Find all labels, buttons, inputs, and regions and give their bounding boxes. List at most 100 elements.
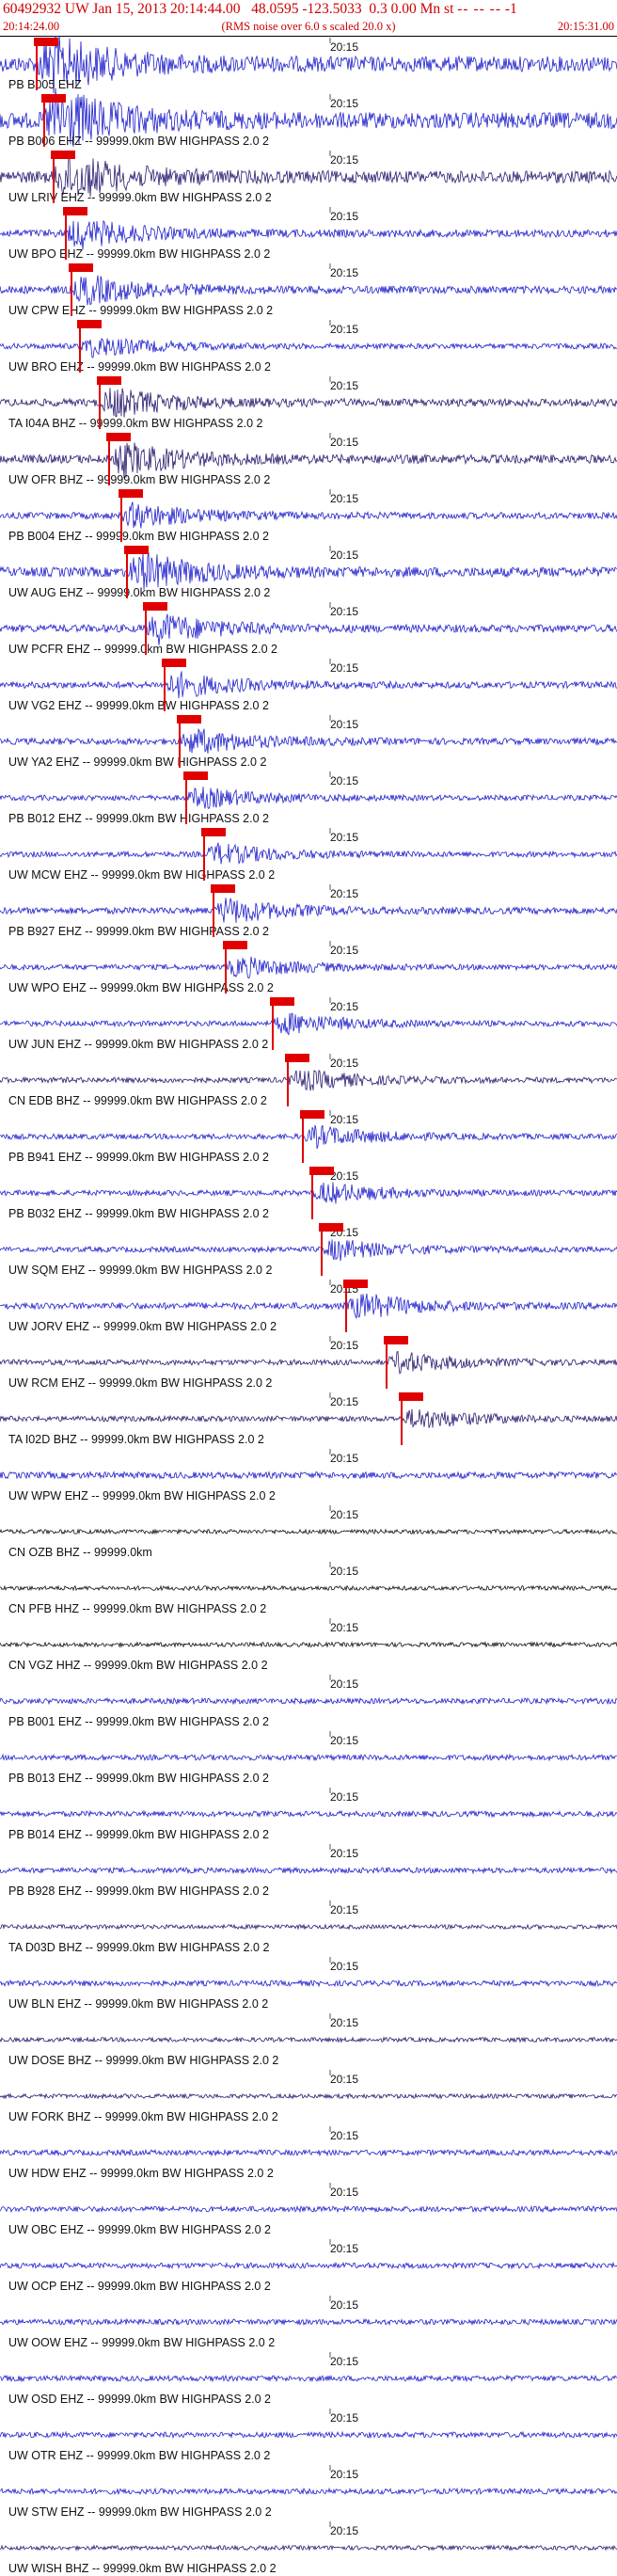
station-label: TA D03D BHZ -- 99999.0km BW HIGHPASS 2.0… xyxy=(8,1941,270,1954)
time-tick-label: 20:15 xyxy=(330,1847,359,1860)
station-label: PB B006 EHZ -- 99999.0km BW HIGHPASS 2.0… xyxy=(8,135,269,148)
station-label: PB B941 EHZ -- 99999.0km BW HIGHPASS 2.0… xyxy=(8,1151,269,1164)
station-label: UW BRO EHZ -- 99999.0km BW HIGHPASS 2.0 … xyxy=(8,360,272,374)
station-label: UW LRIV EHZ -- 99999.0km BW HIGHPASS 2.0… xyxy=(8,191,272,204)
station-label: UW DOSE BHZ -- 99999.0km BW HIGHPASS 2.0… xyxy=(8,2054,279,2067)
station-label: PB B927 EHZ -- 99999.0km BW HIGHPASS 2.0… xyxy=(8,925,269,938)
station-label: UW STW EHZ -- 99999.0km BW HIGHPASS 2.0 … xyxy=(8,2505,272,2519)
station-label: UW AUG EHZ -- 99999.0km BW HIGHPASS 2.0 … xyxy=(8,586,271,599)
phase-pick-line xyxy=(287,1054,290,1106)
station-label: UW BPO EHZ -- 99999.0km BW HIGHPASS 2.0 … xyxy=(8,247,271,261)
station-label: CN PFB HHZ -- 99999.0km BW HIGHPASS 2.0 … xyxy=(8,1602,267,1615)
phase-pick-line xyxy=(225,941,228,994)
time-tick-label: 20:15 xyxy=(330,2468,359,2481)
time-tick-label: 20:15 xyxy=(330,40,359,54)
time-tick-label: 20:15 xyxy=(330,2016,359,2029)
phase-pick-line xyxy=(179,715,182,768)
station-label: PB B928 EHZ -- 99999.0km BW HIGHPASS 2.0… xyxy=(8,1884,269,1898)
station-label: PB B013 EHZ -- 99999.0km BW HIGHPASS 2.0… xyxy=(8,1772,269,1785)
time-tick-label: 20:15 xyxy=(330,323,359,336)
station-label: UW CPW EHZ -- 99999.0km BW HIGHPASS 2.0 … xyxy=(8,304,274,317)
station-label: UW PCFR EHZ -- 99999.0km BW HIGHPASS 2.0… xyxy=(8,643,277,656)
phase-pick-line xyxy=(52,151,55,203)
event-lat: 48.0595 xyxy=(251,1,299,17)
station-label: UW WPO EHZ -- 99999.0km BW HIGHPASS 2.0 … xyxy=(8,981,274,994)
phase-pick-line xyxy=(107,433,110,485)
station-label: UW RCM EHZ -- 99999.0km BW HIGHPASS 2.0 … xyxy=(8,1376,273,1390)
station-label: PB B032 EHZ -- 99999.0km BW HIGHPASS 2.0… xyxy=(8,1207,269,1220)
station-label: UW OOW EHZ -- 99999.0km BW HIGHPASS 2.0 … xyxy=(8,2336,276,2349)
time-tick-label: 20:15 xyxy=(330,1790,359,1804)
station-label: UW YA2 EHZ -- 99999.0km BW HIGHPASS 2.0 … xyxy=(8,755,267,769)
event-status: st xyxy=(444,1,454,17)
station-label: PB B014 EHZ -- 99999.0km BW HIGHPASS 2.0… xyxy=(8,1828,269,1841)
time-tick-label: 20:15 xyxy=(330,2355,359,2368)
end-time: 20:15:31.00 xyxy=(557,20,614,33)
magnitude-type: Mn xyxy=(419,1,441,17)
phase-pick-line xyxy=(345,1280,348,1332)
phase-pick-line xyxy=(64,207,67,260)
event-depth: 0.3 xyxy=(369,1,388,17)
trace-labels: PB B005 EHZ 20:15 PB B006 EHZ -- 99999.0km… xyxy=(0,36,617,2576)
station-label: TA I02D BHZ -- 99999.0km BW HIGHPASS 2.0… xyxy=(8,1433,264,1446)
station-label: UW JUN EHZ -- 99999.0km BW HIGHPASS 2.0 … xyxy=(8,1038,269,1051)
trailing-value: -1 xyxy=(504,1,517,17)
station-label: UW HDW EHZ -- 99999.0km BW HIGHPASS 2.0 … xyxy=(8,2167,274,2180)
phase-pick-line xyxy=(401,1392,403,1445)
time-tick-label: 20:15 xyxy=(330,2524,359,2537)
network-code: UW xyxy=(64,1,89,17)
event-lon: -123.5033 xyxy=(302,1,362,17)
phase-pick-line xyxy=(163,659,166,711)
time-tick-label: 20:15 xyxy=(330,1339,359,1352)
time-tick-label: 20:15 xyxy=(330,2242,359,2255)
time-tick-label: 20:15 xyxy=(330,153,359,167)
station-label: UW OFR BHZ -- 99999.0km BW HIGHPASS 2.0 … xyxy=(8,473,271,486)
station-label: UW WISH BHZ -- 99999.0km BW HIGHPASS 2.0… xyxy=(8,2562,277,2575)
time-tick-label: 20:15 xyxy=(330,436,359,449)
time-tick-label: 20:15 xyxy=(330,379,359,392)
station-label: CN VGZ HHZ -- 99999.0km BW HIGHPASS 2.0 … xyxy=(8,1659,268,1672)
time-tick-label: 20:15 xyxy=(330,210,359,223)
station-label: PB B005 EHZ xyxy=(8,78,82,91)
time-tick-label: 20:15 xyxy=(330,2298,359,2312)
phase-pick-line xyxy=(78,320,81,373)
station-label: UW VG2 EHZ -- 99999.0km BW HIGHPASS 2.0 … xyxy=(8,699,269,712)
phase-pick-line xyxy=(311,1167,314,1219)
time-tick-label: 20:15 xyxy=(330,1565,359,1578)
event-magnitude: 0.00 xyxy=(390,1,417,17)
phase-pick-line xyxy=(126,546,129,598)
time-tick-label: 20:15 xyxy=(330,549,359,562)
time-tick-label: 20:15 xyxy=(330,1000,359,1013)
station-label: TA I04A BHZ -- 99999.0km BW HIGHPASS 2.0… xyxy=(8,417,263,430)
station-label: UW FORK BHZ -- 99999.0km BW HIGHPASS 2.0… xyxy=(8,2110,278,2123)
time-tick-label: 20:15 xyxy=(330,605,359,618)
time-tick-label: 20:15 xyxy=(330,831,359,844)
event-id: 60492932 xyxy=(3,1,61,17)
plot-header: 60492932 UW Jan 15, 2013 20:14:44.00 48.… xyxy=(0,0,617,36)
time-tick-label: 20:15 xyxy=(330,1057,359,1070)
time-tick-label: 20:15 xyxy=(330,2073,359,2086)
station-label: PB B012 EHZ -- 99999.0km BW HIGHPASS 2.0… xyxy=(8,812,269,825)
event-title: 60492932 UW Jan 15, 2013 20:14:44.00 48.… xyxy=(3,0,517,18)
time-tick-label: 20:15 xyxy=(330,661,359,675)
phase-pick-line xyxy=(386,1336,388,1389)
phase-pick-line xyxy=(184,771,187,824)
station-label: UW SQM EHZ -- 99999.0km BW HIGHPASS 2.0 … xyxy=(8,1264,273,1277)
phase-pick-line xyxy=(42,94,45,147)
station-label: UW OTR EHZ -- 99999.0km BW HIGHPASS 2.0 … xyxy=(8,2449,271,2462)
time-tick-label: 20:15 xyxy=(330,1395,359,1408)
phase-pick-line xyxy=(98,376,101,429)
time-tick-label: 20:15 xyxy=(330,2186,359,2199)
station-label: PB B004 EHZ -- 99999.0km BW HIGHPASS 2.0… xyxy=(8,530,269,543)
phase-pick-line xyxy=(203,828,206,881)
phase-pick-line xyxy=(36,38,39,90)
station-label: UW MCW EHZ -- 99999.0km BW HIGHPASS 2.0 … xyxy=(8,868,276,882)
time-tick-label: 20:15 xyxy=(330,1734,359,1747)
phase-pick-line xyxy=(71,263,73,316)
phase-pick-line xyxy=(119,489,122,542)
time-tick-label: 20:15 xyxy=(330,97,359,110)
time-tick-label: 20:15 xyxy=(330,887,359,900)
station-label: UW OBC EHZ -- 99999.0km BW HIGHPASS 2.0 … xyxy=(8,2223,272,2236)
time-tick-label: 20:15 xyxy=(330,492,359,505)
time-tick-label: 20:15 xyxy=(330,1508,359,1521)
